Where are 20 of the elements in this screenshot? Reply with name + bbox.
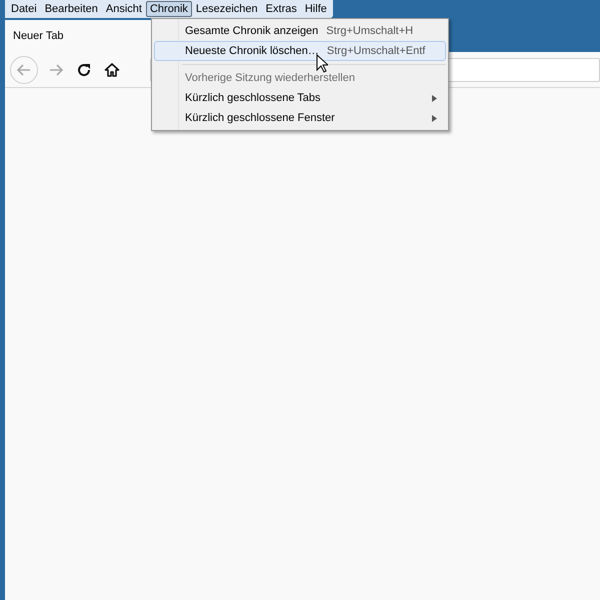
forward-arrow-icon (48, 62, 64, 78)
shortcut-label: Strg+Umschalt+H (326, 24, 414, 39)
menu-bar-item[interactable]: Bearbeiten (40, 1, 102, 17)
menu-bar-item[interactable]: Ansicht (102, 1, 146, 17)
menu-item[interactable]: Kürzlich geschlossene Tabs (154, 88, 446, 108)
home-icon (104, 62, 120, 78)
menu-item[interactable]: Kürzlich geschlossene Fenster (154, 108, 446, 128)
mouse-pointer-icon (316, 54, 328, 73)
menu-item[interactable]: Gesamte Chronik anzeigen Strg+Umschalt+H (154, 21, 446, 41)
back-arrow-icon (16, 62, 32, 78)
reload-icon (76, 62, 92, 78)
menu-bar-item[interactable]: Datei (7, 1, 41, 17)
submenu-arrow-icon (432, 94, 438, 102)
menu-bar-item[interactable]: Chronik (146, 1, 192, 17)
menu-bar-item[interactable]: Lesezeichen (192, 1, 262, 17)
menu-bar-item[interactable]: Extras (262, 1, 301, 17)
menu-bar-item[interactable]: Hilfe (300, 1, 331, 17)
submenu-arrow-icon (432, 114, 438, 122)
menu-item[interactable]: Neueste Chronik löschen… Strg+Umschalt+Entf (154, 41, 446, 61)
shortcut-label: Strg+Umschalt+Entf (326, 44, 426, 59)
